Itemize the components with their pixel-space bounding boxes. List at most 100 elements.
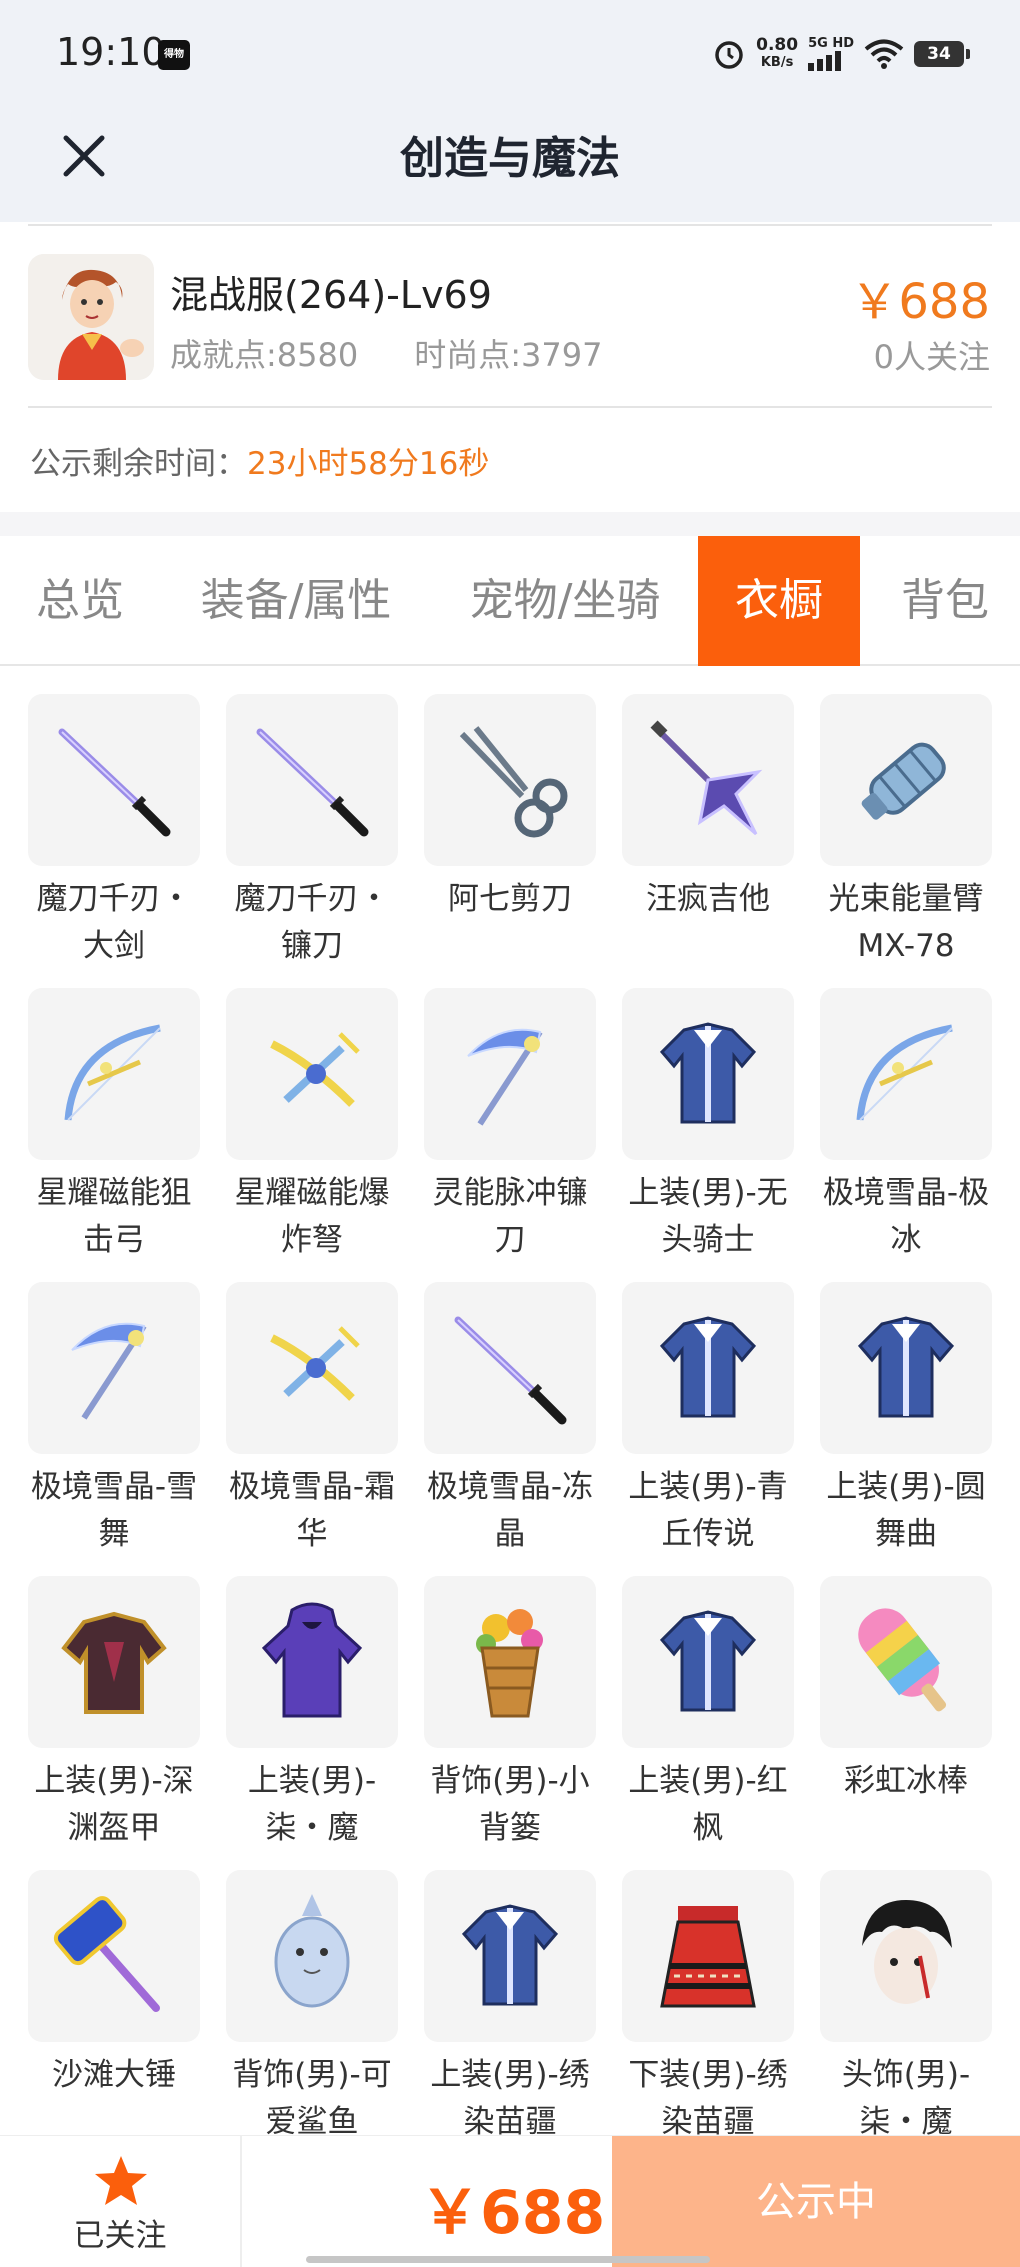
scythe-icon bbox=[28, 1282, 200, 1454]
countdown: 公示剩余时间：23小时58分16秒 bbox=[30, 438, 489, 483]
account-price: ￥688 bbox=[850, 274, 990, 330]
item-label: 极境雪晶-雪舞 bbox=[30, 1469, 198, 1552]
scissors-icon bbox=[424, 694, 596, 866]
app-badge-icon: 得物 bbox=[158, 40, 190, 70]
wardrobe-item[interactable]: 上装(男)-红枫 bbox=[622, 1576, 794, 1870]
popsicle-icon bbox=[820, 1576, 992, 1748]
speed-value: 0.80 bbox=[756, 35, 799, 55]
alarm-icon bbox=[715, 41, 743, 69]
avatar bbox=[28, 254, 154, 380]
item-label: 上装(男)-柒・魔 bbox=[247, 1763, 377, 1846]
wardrobe-item[interactable]: 彩虹冰棒 bbox=[820, 1576, 992, 1870]
wardrobe-item[interactable]: 光束能量臂MX-78 bbox=[820, 694, 992, 988]
outfit-icon bbox=[622, 1282, 794, 1454]
item-label: 魔刀千刃・镰刀 bbox=[234, 881, 390, 964]
tab-wardrobe[interactable]: 衣橱 bbox=[698, 536, 860, 666]
bottom-bar: 已关注 ￥688 公示中 bbox=[0, 2135, 1020, 2267]
network-type: 5G HD bbox=[808, 36, 854, 51]
wardrobe-item[interactable]: 上装(男)-青丘传说 bbox=[622, 1282, 794, 1576]
item-label: 上装(男)-青丘传说 bbox=[628, 1469, 788, 1552]
item-label: 上装(男)-绣染苗疆 bbox=[430, 2057, 590, 2140]
item-label: 灵能脉冲镰刀 bbox=[432, 1175, 588, 1258]
wardrobe-item[interactable]: 灵能脉冲镰刀 bbox=[424, 988, 596, 1282]
countdown-value: 23小时58分16秒 bbox=[247, 446, 490, 482]
tab-equipment[interactable]: 装备/属性 bbox=[176, 536, 416, 666]
bottom-price: ￥688 bbox=[420, 2178, 606, 2248]
outfit-icon bbox=[622, 1576, 794, 1748]
follower-count: 0人关注 bbox=[873, 338, 990, 376]
outfit-icon bbox=[622, 988, 794, 1160]
hammer-icon bbox=[28, 1870, 200, 2042]
wardrobe-item[interactable]: 上装(男)-无头骑士 bbox=[622, 988, 794, 1282]
item-label: 极境雪晶-极冰 bbox=[822, 1175, 990, 1258]
status-time: 19:10 bbox=[56, 30, 166, 74]
sword-icon bbox=[28, 694, 200, 866]
hoodie-icon bbox=[226, 1576, 398, 1748]
wardrobe-item[interactable]: 下装(男)-绣染苗疆 bbox=[622, 1870, 794, 2164]
wardrobe-item[interactable]: 上装(男)-圆舞曲 bbox=[820, 1282, 992, 1576]
item-label: 沙滩大锤 bbox=[52, 2057, 176, 2093]
skirt-icon bbox=[622, 1870, 794, 2042]
wardrobe-item[interactable]: 极境雪晶-冻晶 bbox=[424, 1282, 596, 1576]
page-title: 创造与魔法 bbox=[400, 133, 620, 184]
account-name: 混战服(264)-Lv69 bbox=[170, 273, 492, 317]
bow-icon bbox=[28, 988, 200, 1160]
basket-icon bbox=[424, 1576, 596, 1748]
account-card: 混战服(264)-Lv69 成就点:8580 时尚点:3797 ￥688 0人关… bbox=[0, 226, 1020, 406]
item-label: 上装(男)-红枫 bbox=[628, 1763, 788, 1846]
item-label: 背饰(男)-小背篓 bbox=[430, 1763, 590, 1846]
item-label: 汪疯吉他 bbox=[646, 881, 770, 917]
publicity-status-button[interactable]: 公示中 bbox=[612, 2136, 1020, 2267]
signal-group: 5G HD bbox=[808, 37, 854, 71]
star-icon bbox=[95, 2156, 147, 2205]
wifi-icon bbox=[864, 39, 904, 69]
item-label: 光束能量臂MX-78 bbox=[828, 881, 984, 964]
tab-bar: 总览 装备/属性 宠物/坐骑 衣橱 背包 bbox=[0, 536, 1020, 666]
wardrobe-item[interactable]: 极境雪晶-霜华 bbox=[226, 1282, 398, 1576]
status-icons: 0.80 KB/s 5G HD 34 bbox=[712, 28, 970, 80]
wardrobe-item[interactable]: 头饰(男)-柒・魔 bbox=[820, 1870, 992, 2164]
item-label: 彩虹冰棒 bbox=[844, 1763, 968, 1799]
outfit-icon bbox=[424, 1870, 596, 2042]
wardrobe-item[interactable]: 极境雪晶-极冰 bbox=[820, 988, 992, 1282]
account-stats: 成就点:8580 时尚点:3797 bbox=[170, 330, 602, 376]
item-label: 魔刀千刃・大剑 bbox=[36, 881, 192, 964]
speed-unit: KB/s bbox=[760, 55, 794, 70]
section-gap bbox=[0, 512, 1020, 536]
nav-bar: 创造与魔法 bbox=[0, 110, 1020, 222]
tab-overview[interactable]: 总览 bbox=[0, 536, 160, 666]
wardrobe-item[interactable]: 上装(男)-绣染苗疆 bbox=[424, 1870, 596, 2164]
wardrobe-item[interactable]: 星耀磁能狙击弓 bbox=[28, 988, 200, 1282]
divider bbox=[28, 406, 992, 408]
item-label: 极境雪晶-霜华 bbox=[228, 1469, 396, 1552]
item-label: 上装(男)-无头骑士 bbox=[628, 1175, 788, 1258]
wardrobe-item[interactable]: 上装(男)-深渊盔甲 bbox=[28, 1576, 200, 1870]
countdown-label: 公示剩余时间： bbox=[30, 446, 247, 482]
fashion-points: 时尚点:3797 bbox=[414, 336, 603, 374]
battery-icon: 34 bbox=[914, 41, 970, 67]
tab-backpack[interactable]: 背包 bbox=[870, 536, 1020, 666]
signal-icon bbox=[808, 51, 842, 71]
wardrobe-item[interactable]: 沙滩大锤 bbox=[28, 1870, 200, 2164]
wardrobe-item[interactable]: 汪疯吉他 bbox=[622, 694, 794, 988]
network-speed: 0.80 KB/s bbox=[756, 36, 798, 72]
wardrobe-item[interactable]: 魔刀千刃・镰刀 bbox=[226, 694, 398, 988]
wardrobe-item[interactable]: 阿七剪刀 bbox=[424, 694, 596, 988]
item-label: 下装(男)-绣染苗疆 bbox=[628, 2057, 788, 2140]
wardrobe-item[interactable]: 极境雪晶-雪舞 bbox=[28, 1282, 200, 1576]
bow-icon bbox=[820, 988, 992, 1160]
item-label: 阿七剪刀 bbox=[448, 881, 572, 917]
arm-cannon-icon bbox=[820, 694, 992, 866]
wardrobe-item[interactable]: 上装(男)-柒・魔 bbox=[226, 1576, 398, 1870]
wardrobe-item[interactable]: 背饰(男)-可爱鲨鱼 bbox=[226, 1870, 398, 2164]
wardrobe-item[interactable]: 魔刀千刃・大剑 bbox=[28, 694, 200, 988]
shark-icon bbox=[226, 1870, 398, 2042]
tab-pets[interactable]: 宠物/坐骑 bbox=[440, 536, 690, 666]
item-label: 星耀磁能狙击弓 bbox=[36, 1175, 192, 1258]
guitar-icon bbox=[622, 694, 794, 866]
wardrobe-item[interactable]: 星耀磁能爆炸弩 bbox=[226, 988, 398, 1282]
wardrobe-item[interactable]: 背饰(男)-小背篓 bbox=[424, 1576, 596, 1870]
follow-button[interactable]: 已关注 bbox=[0, 2136, 242, 2267]
item-label: 上装(男)-深渊盔甲 bbox=[34, 1763, 194, 1846]
armor-icon bbox=[28, 1576, 200, 1748]
